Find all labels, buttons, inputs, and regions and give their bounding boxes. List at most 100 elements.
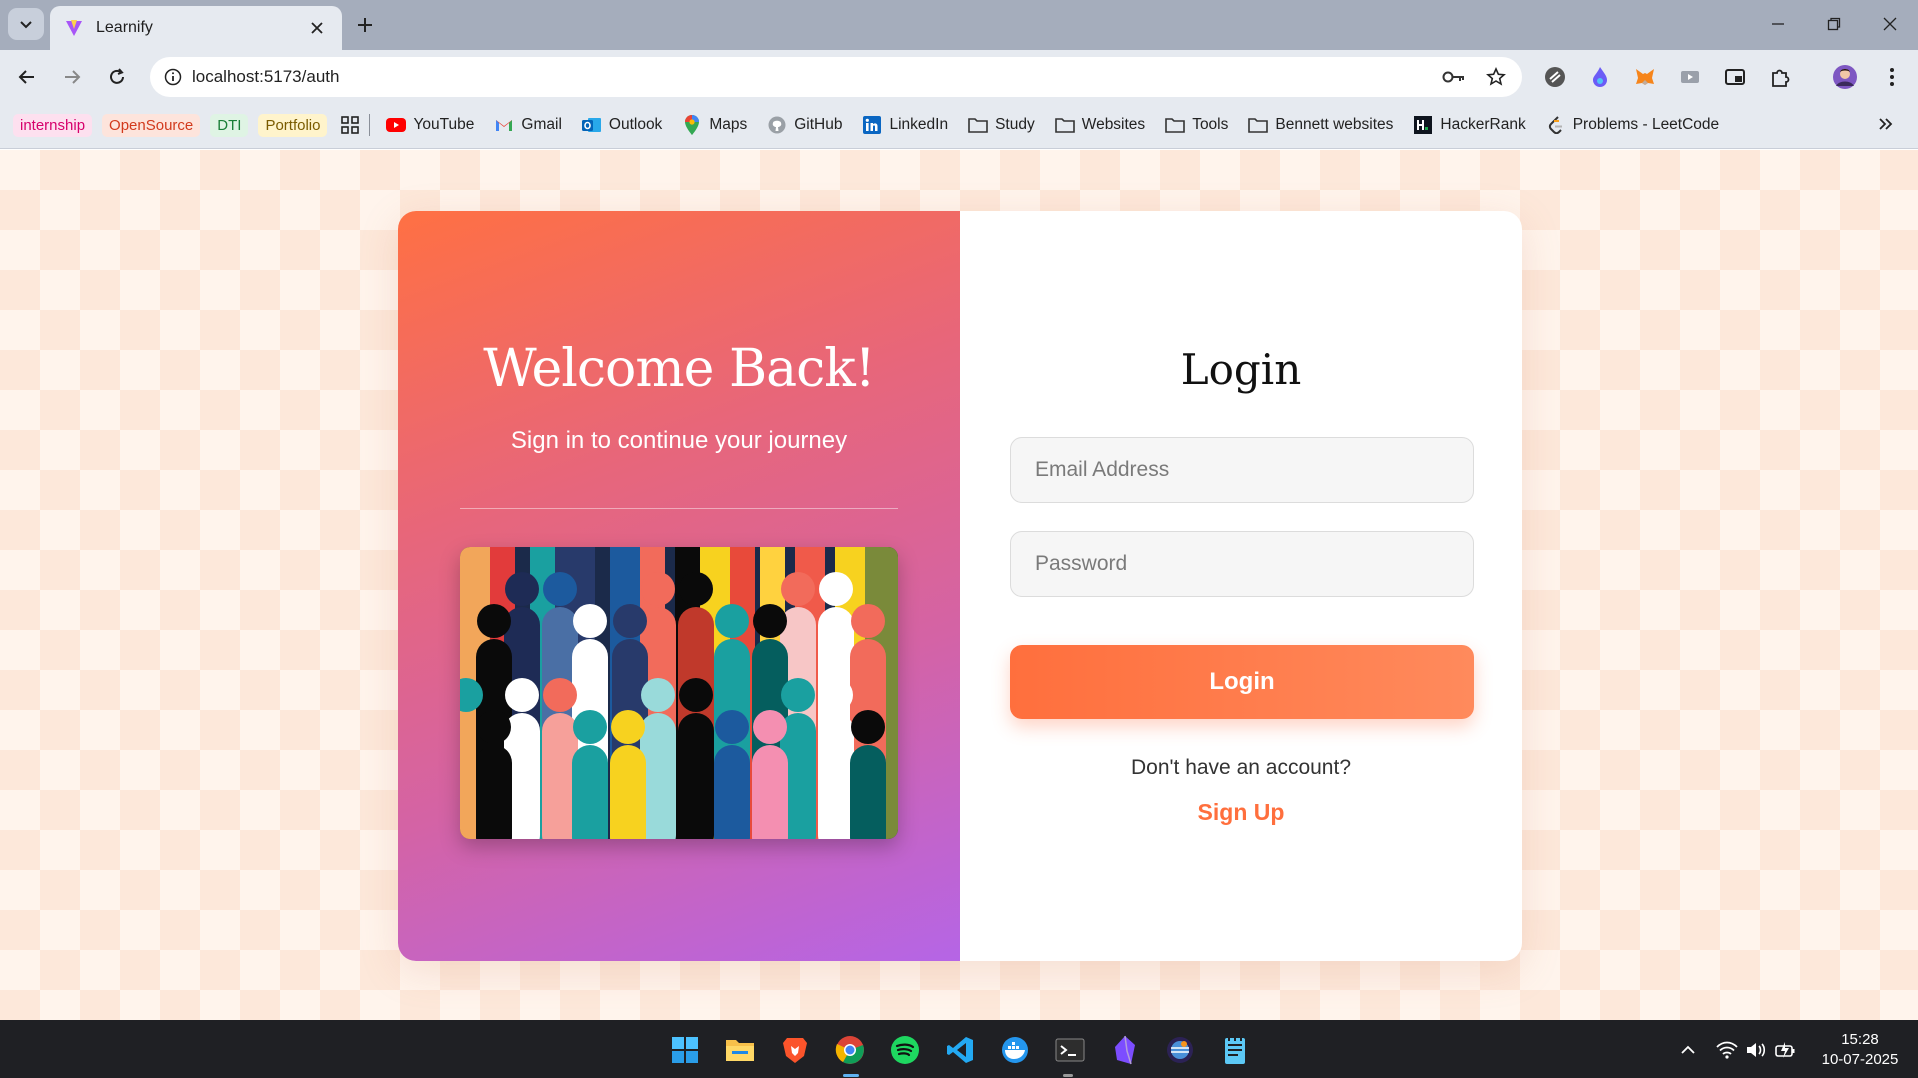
bookmark-label: Gmail [521,116,562,133]
minimize-button[interactable] [1758,8,1798,40]
url-text[interactable]: localhost:5173/auth [192,67,1440,87]
eclipse-button[interactable] [1162,1032,1198,1068]
address-bar[interactable]: localhost:5173/auth [150,57,1522,97]
bookmark-maps[interactable]: Maps [682,115,747,135]
wifi-status[interactable] [1715,1038,1739,1062]
tab-search-button[interactable] [8,8,44,40]
bookmark-folder-study[interactable]: Study [968,115,1035,135]
wifi-icon [1716,1041,1738,1059]
more-bookmarks-button[interactable] [1878,116,1894,132]
brave-icon [783,1038,807,1063]
folder-icon [1054,118,1075,133]
welcome-title: Welcome Back! [483,339,875,399]
info-icon [164,68,182,86]
close-icon [311,22,323,34]
battery-charging-icon [1775,1042,1795,1058]
gmail-icon [496,120,513,131]
metamask-extension-button[interactable] [1630,62,1660,92]
chevron-up-icon [1681,1045,1695,1054]
bookmark-hackerrank[interactable]: HackerRank [1413,115,1526,135]
email-field[interactable] [1010,437,1474,503]
apps-grid-button[interactable] [341,116,360,134]
start-button[interactable] [667,1032,703,1068]
bookmark-chip-internship[interactable]: internship [13,113,93,137]
restore-button[interactable] [1814,8,1854,40]
new-tab-button[interactable] [352,12,378,38]
folder-icon [1248,118,1269,133]
obsidian-button[interactable] [1107,1032,1143,1068]
windows-taskbar: 15:28 10-07-2025 [0,1020,1918,1078]
back-button[interactable] [10,60,44,94]
browser-menu-button[interactable] [1877,62,1907,92]
minimize-icon [1772,23,1784,25]
password-field[interactable] [1010,531,1474,597]
battery-status[interactable] [1773,1038,1797,1062]
bookmark-outlook[interactable]: Outlook [581,115,663,135]
volume-status[interactable] [1744,1038,1768,1062]
bookmark-github[interactable]: GitHub [767,115,842,135]
forward-button[interactable] [55,60,89,94]
bookmark-folder-tools[interactable]: Tools [1165,115,1228,135]
picture-in-picture-icon [1725,69,1745,85]
avatar [1833,65,1857,89]
terminal-button[interactable] [1052,1032,1088,1068]
notepad-icon [1225,1036,1245,1064]
close-window-button[interactable] [1870,8,1910,40]
sign-up-link[interactable]: Sign Up [960,799,1522,826]
brave-button[interactable] [777,1032,813,1068]
extension-1-button[interactable] [1540,62,1570,92]
crowd-illustration-image [460,547,898,839]
extension-4-button[interactable] [1675,62,1705,92]
reload-icon [110,68,124,84]
profile-avatar-button[interactable] [1830,62,1860,92]
bookmark-label: Websites [1081,116,1146,133]
close-tab-button[interactable] [306,17,328,39]
auth-card: Welcome Back! Sign in to continue your j… [398,211,1522,961]
restore-icon [1827,17,1841,31]
github-icon [768,116,786,134]
bookmark-leetcode[interactable]: Problems - LeetCode [1546,115,1719,135]
extension-2-button[interactable] [1585,62,1615,92]
bookmark-label: Outlook [608,116,663,133]
maps-icon [685,115,700,135]
taskbar-clock[interactable]: 15:28 10-07-2025 [1812,1030,1908,1070]
bookmark-label: GitHub [794,116,843,133]
picture-in-picture-button[interactable] [1720,62,1750,92]
metamask-icon [1636,69,1654,85]
bookmark-gmail[interactable]: Gmail [494,115,562,135]
bookmark-linkedin[interactable]: LinkedIn [862,115,948,135]
bookmark-chip-portfolio[interactable]: Portfolio [258,113,328,137]
bookmark-chip-opensource[interactable]: OpenSource [102,113,201,137]
bookmark-chip-dti[interactable]: DTI [210,113,249,137]
password-key-button[interactable] [1440,63,1468,91]
reload-button[interactable] [100,60,134,94]
more-vertical-icon [1890,68,1894,86]
clock-time: 15:28 [1841,1031,1879,1048]
extensions-menu-button[interactable] [1765,62,1795,92]
video-extension-icon [1681,71,1699,83]
site-info-icon[interactable] [162,66,184,88]
bookmark-label: HackerRank [1440,116,1526,133]
bookmark-folder-websites[interactable]: Websites [1054,115,1146,135]
chrome-button[interactable] [832,1032,868,1068]
active-app-indicator [843,1074,859,1077]
tab-strip: Learnify [0,0,1918,50]
bookmark-star-button[interactable] [1482,63,1510,91]
notepad-button[interactable] [1217,1032,1253,1068]
flame-extension-icon [1593,67,1607,87]
arrow-left-icon [18,70,34,84]
bookmark-youtube[interactable]: YouTube [386,115,474,135]
vite-logo-icon [66,20,82,36]
login-button[interactable]: Login [1010,645,1474,719]
file-explorer-button[interactable] [722,1032,758,1068]
spotify-button[interactable] [887,1032,923,1068]
docker-button[interactable] [997,1032,1033,1068]
windows-start-icon [672,1037,698,1063]
plus-icon [358,18,372,32]
bookmark-folder-bennett-websites[interactable]: Bennett websites [1248,115,1393,135]
bookmark-label: Study [995,116,1035,133]
browser-tab[interactable]: Learnify [50,6,342,50]
vscode-button[interactable] [942,1032,978,1068]
show-hidden-icons-button[interactable] [1676,1038,1700,1062]
login-title: Login [1180,345,1302,394]
